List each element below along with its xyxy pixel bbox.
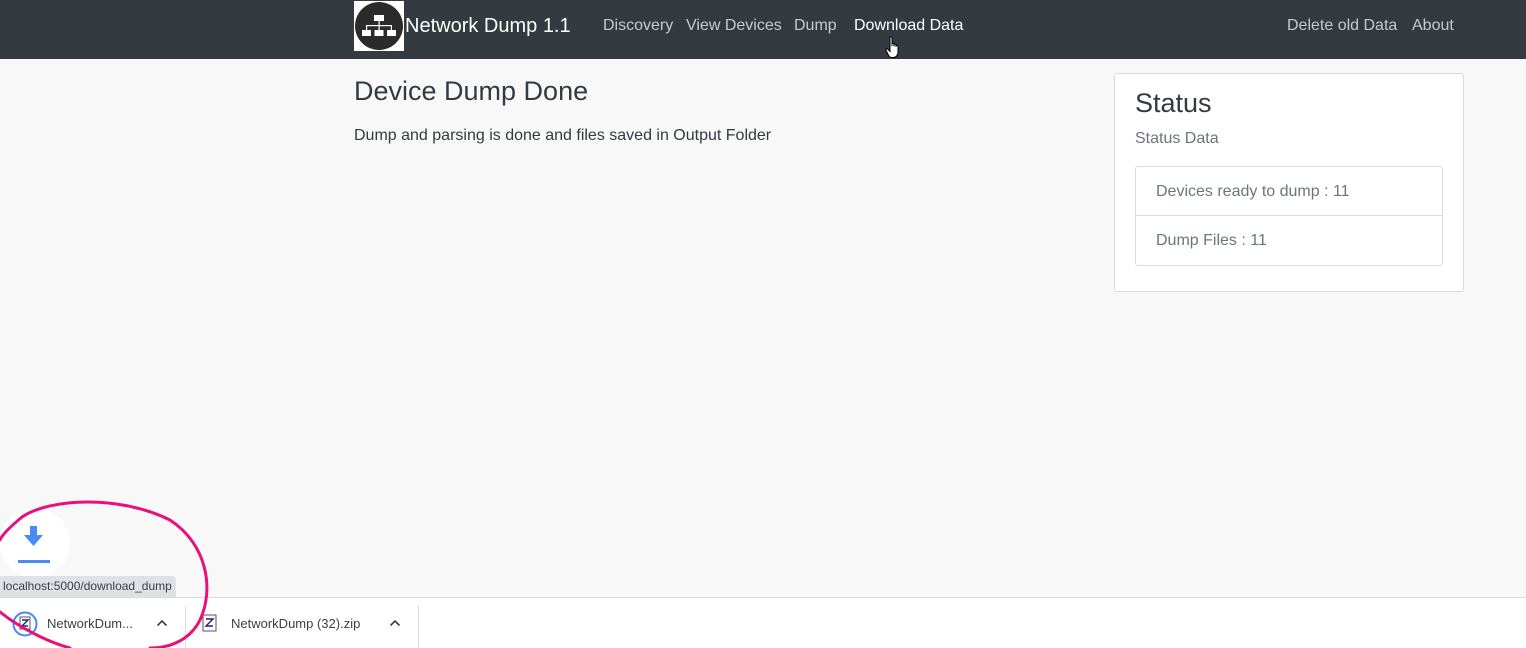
navbar: Network Dump 1.1 Discovery View Devices … [0, 0, 1526, 59]
network-logo-icon [354, 1, 404, 51]
status-card-subtitle: Status Data [1135, 130, 1219, 147]
status-bar-url: localhost:5000/download_dump [0, 576, 176, 597]
chevron-up-icon[interactable] [156, 618, 168, 628]
nav-download-data[interactable]: Download Data [854, 17, 963, 35]
shelf-divider [185, 606, 186, 648]
brand-title: Network Dump 1.1 [405, 14, 571, 37]
zip-file-icon [202, 614, 217, 631]
nav-dump[interactable]: Dump [794, 17, 837, 35]
nav-about[interactable]: About [1412, 17, 1454, 35]
download-progress-bar [18, 560, 50, 563]
download-item-1-name: NetworkDum... [47, 616, 133, 631]
status-dump-files: Dump Files : 11 [1156, 232, 1267, 249]
status-card-title: Status [1135, 88, 1212, 118]
status-card: Status Status Data Devices ready to dump… [1114, 73, 1464, 292]
download-arrow-icon [24, 526, 43, 546]
status-devices-ready: Devices ready to dump : 11 [1136, 167, 1442, 216]
shelf-divider [418, 606, 419, 648]
nav-view-devices[interactable]: View Devices [686, 17, 782, 35]
status-list: Devices ready to dump : 11 Dump Files : … [1135, 166, 1443, 266]
nav-delete-old-data[interactable]: Delete old Data [1287, 17, 1397, 35]
download-item-2[interactable]: NetworkDump (32).zip [201, 598, 360, 648]
page-title: Device Dump Done [354, 76, 589, 106]
page-message: Dump and parsing is done and files saved… [354, 127, 772, 144]
nav-discovery[interactable]: Discovery [603, 17, 673, 35]
zip-file-icon [12, 611, 38, 636]
brand-link[interactable]: Network Dump 1.1 [354, 1, 571, 51]
download-item-1[interactable]: NetworkDum... [12, 598, 133, 648]
download-shelf: NetworkDum... NetworkDump (32).zip [0, 597, 1526, 648]
hand-pointer-icon [885, 36, 899, 58]
chevron-up-icon[interactable] [389, 618, 401, 628]
download-item-2-name: NetworkDump (32).zip [231, 616, 361, 631]
download-bubble-button[interactable] [0, 508, 70, 578]
